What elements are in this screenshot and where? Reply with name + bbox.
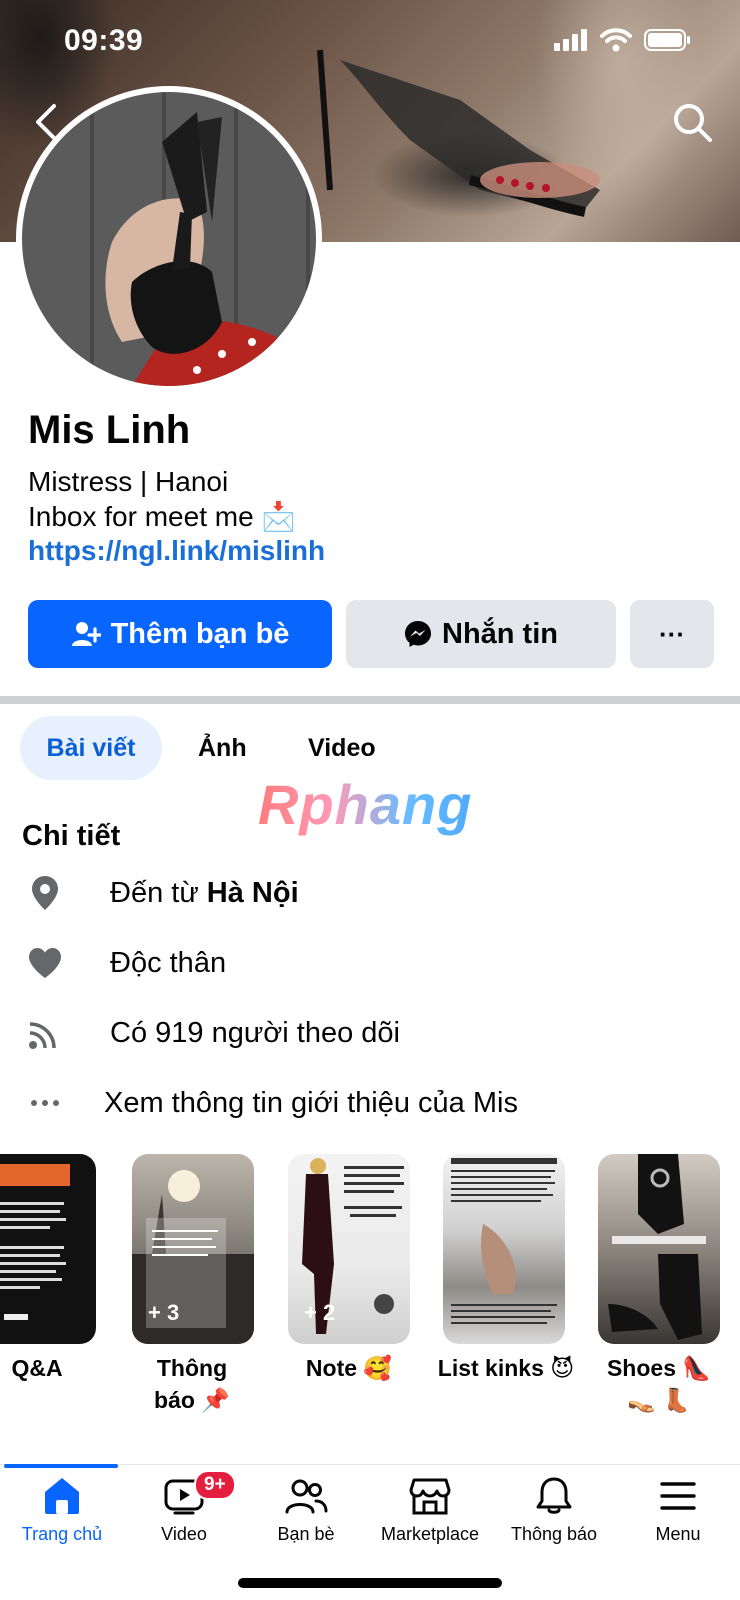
profile-bio-link[interactable]: https://ngl.link/mislinh: [28, 535, 325, 567]
relationship-text: Độc thân: [110, 946, 227, 979]
nav-video[interactable]: 9+ Video: [122, 1470, 246, 1545]
add-friend-button[interactable]: Thêm bạn bè: [28, 600, 332, 668]
nav-menu-label: Menu: [655, 1524, 701, 1544]
friends-icon: [285, 1479, 328, 1514]
avatar-illustration: [105, 112, 316, 386]
nav-video-label: Video: [161, 1524, 207, 1544]
marketplace-icon: [409, 1478, 451, 1515]
highlight-shoes-thumbnail: [608, 1154, 706, 1340]
messenger-icon: [405, 621, 431, 647]
nav-menu[interactable]: Menu: [616, 1476, 740, 1545]
video-notification-badge: 9+: [194, 1470, 236, 1500]
hometown-place[interactable]: Hà Nội: [207, 877, 299, 910]
home-icon: [45, 1478, 79, 1514]
nav-notifications-label: Thông báo: [510, 1524, 598, 1544]
add-person-icon: [71, 622, 101, 646]
status-time: 09:39: [64, 24, 144, 57]
bell-icon: [536, 1477, 572, 1514]
message-label: Nhắn tin: [442, 617, 558, 650]
status-bar: 09:39: [0, 0, 740, 84]
hometown-prefix: Đến từ: [110, 876, 207, 909]
highlight-list-kinks[interactable]: [443, 1154, 565, 1344]
nav-friends[interactable]: Bạn bè: [244, 1476, 368, 1545]
highlight-note-label: Note 🥰: [305, 1355, 393, 1381]
home-indicator: [238, 1578, 502, 1588]
detail-relationship: Độc thân: [26, 944, 226, 982]
detail-followers: Có 919 người theo dõi: [26, 1014, 400, 1052]
avatar-image: [22, 92, 316, 386]
message-button[interactable]: Nhắn tin: [346, 600, 616, 668]
nav-marketplace-label: Marketplace: [380, 1524, 480, 1544]
section-divider: [0, 696, 740, 704]
status-icons: [554, 28, 692, 52]
detail-see-more[interactable]: Xem thông tin giới thiệu của Mis: [26, 1084, 518, 1122]
highlight-shoes-label: Shoes 👠 👡 👢: [606, 1355, 712, 1413]
tab-posts[interactable]: Bài viết: [20, 716, 162, 780]
highlight-qa-thumbnail: [0, 1164, 70, 1320]
wifi-icon: [600, 28, 632, 52]
followers-text[interactable]: Có 919 người theo dõi: [110, 1017, 400, 1050]
rss-followers-icon: [26, 1014, 64, 1052]
add-friend-label: Thêm bạn bè: [110, 617, 290, 650]
highlight-qa-label: Q&A: [11, 1355, 63, 1381]
see-more-text: Xem thông tin giới thiệu của Mis: [104, 1086, 518, 1119]
tab-photos[interactable]: Ảnh: [198, 716, 247, 780]
bottom-nav-active-indicator: [4, 1464, 118, 1468]
ellipsis-icon: [26, 1084, 64, 1122]
highlight-announcements[interactable]: + 3: [132, 1154, 254, 1344]
menu-icon: [660, 1482, 696, 1510]
nav-notifications[interactable]: Thông báo: [492, 1476, 616, 1545]
search-icon: [674, 104, 712, 142]
nav-home-label: Trang chủ: [21, 1524, 103, 1544]
battery-icon: [644, 29, 690, 51]
highlight-announcements-count: + 3: [148, 1300, 180, 1325]
highlight-qa[interactable]: [0, 1154, 96, 1344]
highlight-announcements-label: Thông báo 📌: [154, 1355, 230, 1413]
watermark: Rphang: [258, 773, 473, 836]
highlight-note-count: + 2: [304, 1300, 336, 1325]
nav-friends-label: Bạn bè: [277, 1524, 335, 1544]
profile-bio-line-1: Mistress | Hanoi: [28, 466, 229, 497]
nav-marketplace[interactable]: Marketplace: [368, 1476, 492, 1545]
highlight-note[interactable]: + 2: [288, 1154, 410, 1344]
profile-bio-line-2: Inbox for meet me 📩: [28, 501, 297, 532]
profile-avatar[interactable]: [16, 86, 322, 392]
nav-home[interactable]: Trang chủ: [0, 1476, 124, 1545]
location-pin-icon: [26, 874, 64, 912]
profile-name: Mis Linh: [28, 408, 191, 452]
highlight-shoes[interactable]: [598, 1154, 720, 1344]
search-button[interactable]: [670, 100, 714, 144]
signal-icon: [554, 29, 587, 51]
highlight-list-kinks-label: List kinks 😈: [437, 1355, 575, 1381]
highlight-list-kinks-thumbnail: [451, 1158, 557, 1324]
tab-video[interactable]: Video: [308, 716, 376, 780]
detail-hometown: Đến từ Hà Nội: [26, 874, 299, 912]
more-options-label: ···: [659, 618, 685, 649]
heart-icon: [26, 944, 64, 982]
more-options-button[interactable]: ···: [630, 600, 714, 668]
details-title: Chi tiết: [22, 820, 121, 852]
